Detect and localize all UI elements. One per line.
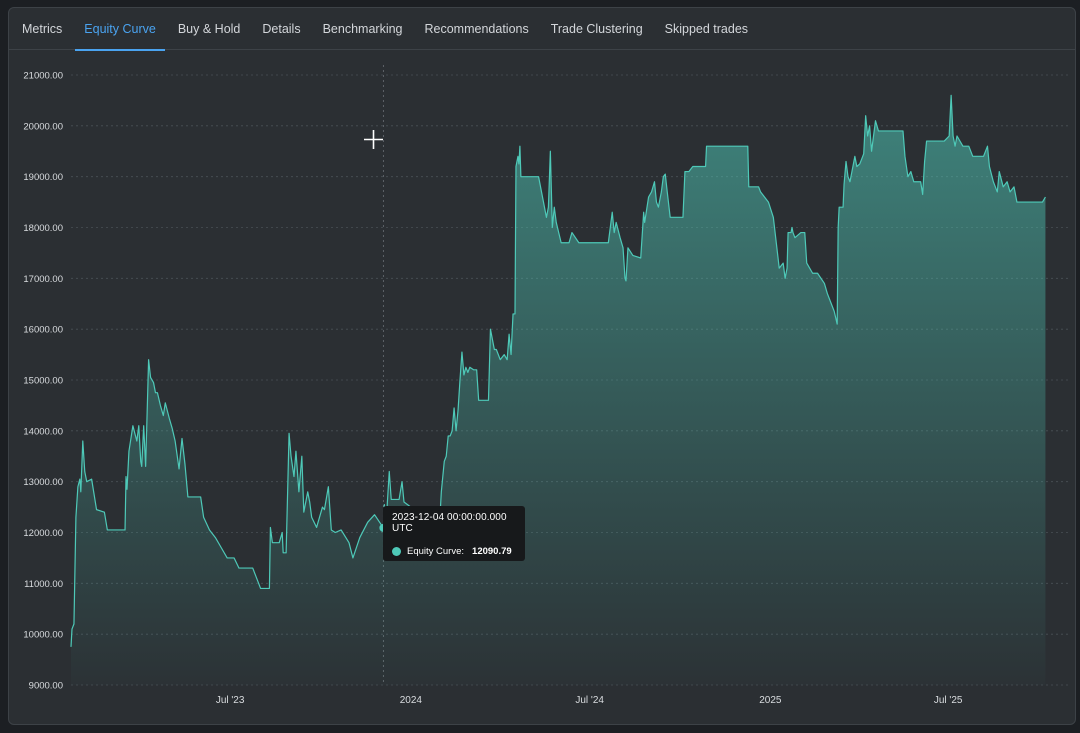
x-tick-label: 2025 bbox=[759, 695, 782, 706]
tab-trade-clustering[interactable]: Trade Clustering bbox=[540, 8, 654, 50]
tab-skipped-trades[interactable]: Skipped trades bbox=[654, 8, 759, 50]
y-tick-label: 9000.00 bbox=[29, 681, 63, 692]
y-tick-label: 20000.00 bbox=[23, 121, 63, 132]
x-tick-label: Jul '24 bbox=[575, 695, 604, 706]
results-panel: Metrics Equity Curve Buy & Hold Details Benc… bbox=[8, 7, 1076, 725]
y-tick-label: 19000.00 bbox=[23, 172, 63, 183]
y-tick-label: 17000.00 bbox=[23, 274, 63, 285]
tab-metrics[interactable]: Metrics bbox=[11, 8, 73, 50]
y-tick-label: 10000.00 bbox=[23, 630, 63, 641]
y-tick-label: 21000.00 bbox=[23, 71, 63, 82]
equity-area-fill bbox=[71, 95, 1046, 685]
tab-recommendations[interactable]: Recommendations bbox=[414, 8, 540, 50]
hover-tooltip: 2023-12-04 00:00:00.000 UTC Equity Curve… bbox=[383, 506, 525, 561]
tab-benchmarking[interactable]: Benchmarking bbox=[312, 8, 414, 50]
tab-buy-hold[interactable]: Buy & Hold bbox=[167, 8, 252, 50]
y-tick-label: 16000.00 bbox=[23, 325, 63, 336]
crosshair-cursor-icon bbox=[364, 130, 383, 149]
tab-equity-curve[interactable]: Equity Curve bbox=[73, 8, 167, 51]
series-color-dot-icon bbox=[392, 547, 401, 556]
x-tick-label: Jul '25 bbox=[934, 695, 963, 706]
x-tick-label: 2024 bbox=[400, 695, 423, 706]
tooltip-date: 2023-12-04 00:00:00.000 UTC bbox=[392, 512, 507, 534]
equity-curve-svg[interactable]: 21000.00 20000.00 19000.00 18000.00 17000.00… bbox=[9, 51, 1075, 711]
y-tick-label: 11000.00 bbox=[24, 579, 63, 590]
x-axis: Jul '23 2024 Jul '24 2025 Jul '25 bbox=[216, 695, 963, 706]
tab-bar: Metrics Equity Curve Buy & Hold Details Benc… bbox=[9, 8, 1075, 51]
y-tick-label: 12000.00 bbox=[23, 528, 63, 539]
y-tick-label: 14000.00 bbox=[23, 426, 63, 437]
y-tick-label: 13000.00 bbox=[23, 477, 63, 488]
tooltip-value: 12090.79 bbox=[472, 546, 512, 557]
x-tick-label: Jul '23 bbox=[216, 695, 245, 706]
y-tick-label: 18000.00 bbox=[23, 223, 63, 234]
equity-curve-chart[interactable]: 21000.00 20000.00 19000.00 18000.00 17000.00… bbox=[9, 51, 1075, 711]
plot-area bbox=[70, 65, 1046, 685]
y-tick-label: 15000.00 bbox=[23, 376, 63, 387]
tooltip-row: Equity Curve: 12090.79 bbox=[392, 546, 516, 557]
tooltip-series-label: Equity Curve: bbox=[407, 546, 465, 557]
y-axis: 21000.00 20000.00 19000.00 18000.00 17000.00… bbox=[23, 71, 63, 692]
tab-details[interactable]: Details bbox=[251, 8, 311, 50]
